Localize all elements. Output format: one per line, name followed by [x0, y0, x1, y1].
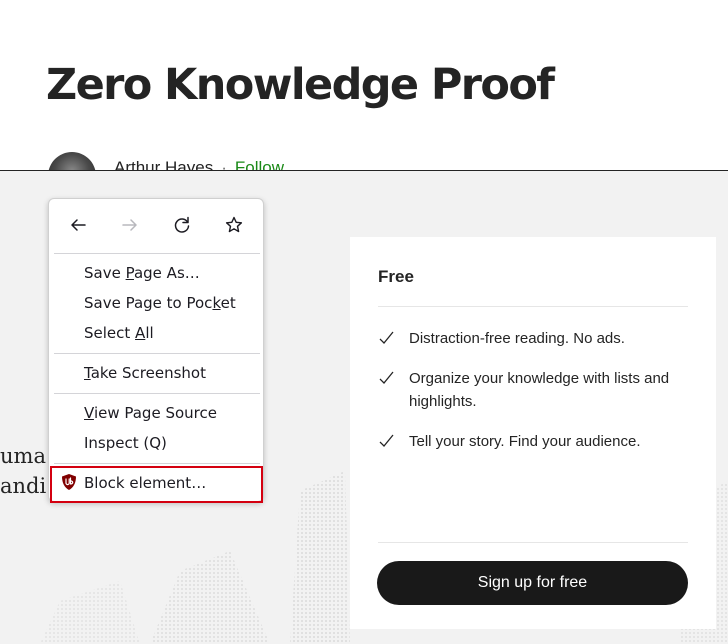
- menu-separator: [54, 253, 260, 254]
- check-icon: [379, 331, 394, 344]
- feature-list: Distraction-free reading. No ads. Organi…: [378, 327, 688, 470]
- author-avatar[interactable]: [48, 152, 96, 171]
- background-article-text: uma andi: [0, 441, 46, 501]
- menu-item-take-screenshot[interactable]: Take Screenshot: [84, 360, 206, 386]
- context-nav-row: [49, 199, 263, 253]
- background-text-line: andi: [0, 474, 47, 498]
- feature-item: Distraction-free reading. No ads.: [378, 327, 688, 350]
- sign-up-button[interactable]: Sign up for free: [377, 561, 688, 605]
- menu-item-save-page-as[interactable]: Save Page As…: [84, 260, 200, 286]
- menu-item-select-all[interactable]: Select All: [84, 320, 154, 346]
- article-header: Zero Knowledge Proof Arthur Hayes · Foll…: [0, 0, 728, 171]
- background-text-line: uma: [0, 444, 46, 468]
- feature-text: Tell your story. Find your audience.: [409, 433, 641, 450]
- menu-separator: [54, 463, 260, 464]
- check-icon: [379, 434, 394, 447]
- back-arrow-icon[interactable]: [66, 213, 90, 237]
- feature-text: Distraction-free reading. No ads.: [409, 330, 625, 347]
- plan-divider: [378, 542, 688, 543]
- bookmark-star-icon[interactable]: [222, 213, 246, 237]
- highlight-annotation-box: [50, 466, 263, 503]
- plan-title: Free: [378, 267, 414, 286]
- menu-separator: [54, 353, 260, 354]
- feature-item: Organize your knowledge with lists and h…: [378, 367, 688, 413]
- check-icon: [379, 371, 394, 384]
- menu-item-save-to-pocket[interactable]: Save Page to Pocket: [84, 290, 236, 316]
- article-title: Zero Knowledge Proof: [46, 60, 555, 110]
- reload-icon[interactable]: [170, 213, 194, 237]
- menu-separator: [54, 393, 260, 394]
- author-row: Arthur Hayes · Follow: [48, 152, 284, 171]
- forward-arrow-icon[interactable]: [118, 213, 142, 237]
- feature-text: Organize your knowledge with lists and h…: [409, 370, 670, 410]
- plan-divider: [378, 306, 688, 307]
- free-plan-card: Free Distraction-free reading. No ads. O…: [350, 237, 716, 629]
- feature-item: Tell your story. Find your audience.: [378, 430, 688, 453]
- browser-context-menu: Save Page As… Save Page to Pocket Select…: [48, 198, 264, 503]
- menu-item-inspect[interactable]: Inspect (Q): [84, 430, 167, 456]
- menu-item-view-page-source[interactable]: View Page Source: [84, 400, 217, 426]
